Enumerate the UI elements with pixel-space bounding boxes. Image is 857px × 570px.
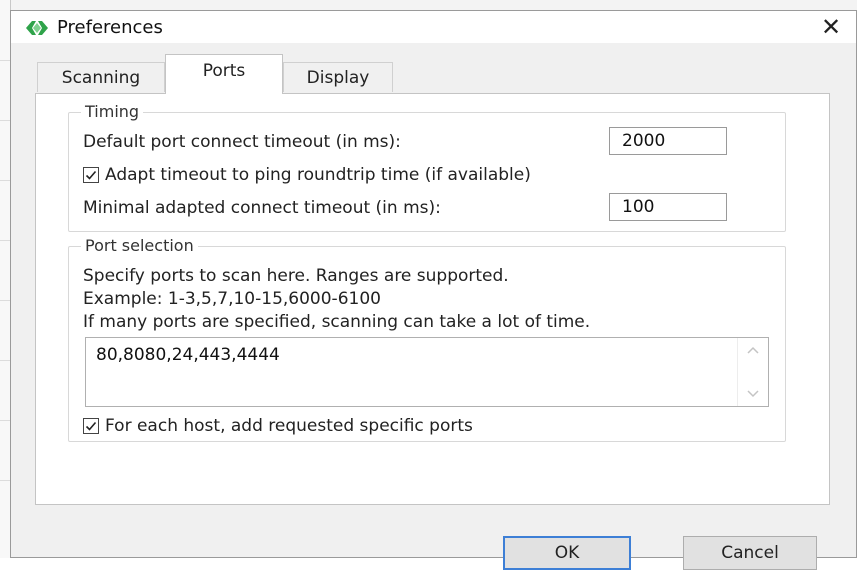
scroll-up-icon[interactable] bbox=[746, 346, 760, 356]
minimal-timeout-input[interactable]: 100 bbox=[609, 193, 727, 221]
timing-group-title: Timing bbox=[81, 101, 144, 123]
default-timeout-label: Default port connect timeout (in ms): bbox=[83, 132, 401, 152]
close-icon[interactable]: ✕ bbox=[816, 14, 846, 40]
specific-ports-label[interactable]: For each host, add requested specific po… bbox=[105, 415, 473, 437]
adapt-timeout-label[interactable]: Adapt timeout to ping roundtrip time (if… bbox=[105, 164, 531, 186]
specific-ports-checkbox[interactable] bbox=[83, 418, 99, 434]
minimal-timeout-label: Minimal adapted connect timeout (in ms): bbox=[83, 198, 441, 218]
port-help-line-2: Example: 1-3,5,7,10-15,6000-6100 bbox=[83, 289, 381, 309]
ports-textarea[interactable]: 80,8080,24,443,4444 bbox=[85, 337, 769, 407]
tab-scanning[interactable]: Scanning bbox=[37, 62, 165, 92]
ports-tab-panel: Timing Default port connect timeout (in … bbox=[35, 93, 830, 505]
adapt-timeout-checkbox[interactable] bbox=[83, 167, 99, 183]
dialog-title: Preferences bbox=[57, 17, 163, 38]
scroll-down-icon[interactable] bbox=[746, 388, 760, 398]
preferences-dialog: Preferences ✕ Scanning Ports Display Tim… bbox=[10, 10, 857, 558]
checkmark-icon bbox=[85, 421, 97, 431]
ports-value: 80,8080,24,443,4444 bbox=[96, 345, 280, 365]
tab-ports[interactable]: Ports bbox=[165, 54, 283, 94]
timing-group: Timing Default port connect timeout (in … bbox=[68, 101, 786, 232]
checkmark-icon bbox=[85, 170, 97, 180]
cancel-button[interactable]: Cancel bbox=[683, 536, 817, 570]
port-help-line-1: Specify ports to scan here. Ranges are s… bbox=[83, 266, 509, 286]
port-help-line-3: If many ports are specified, scanning ca… bbox=[83, 312, 591, 332]
port-selection-group: Port selection Specify ports to scan her… bbox=[68, 235, 786, 442]
app-icon bbox=[25, 19, 49, 37]
ok-button[interactable]: OK bbox=[503, 536, 631, 570]
tab-display[interactable]: Display bbox=[283, 62, 393, 92]
port-selection-title: Port selection bbox=[81, 235, 198, 257]
default-timeout-input[interactable]: 2000 bbox=[609, 127, 727, 155]
ports-scrollbar[interactable] bbox=[737, 338, 768, 406]
title-bar[interactable]: Preferences ✕ bbox=[11, 11, 856, 43]
